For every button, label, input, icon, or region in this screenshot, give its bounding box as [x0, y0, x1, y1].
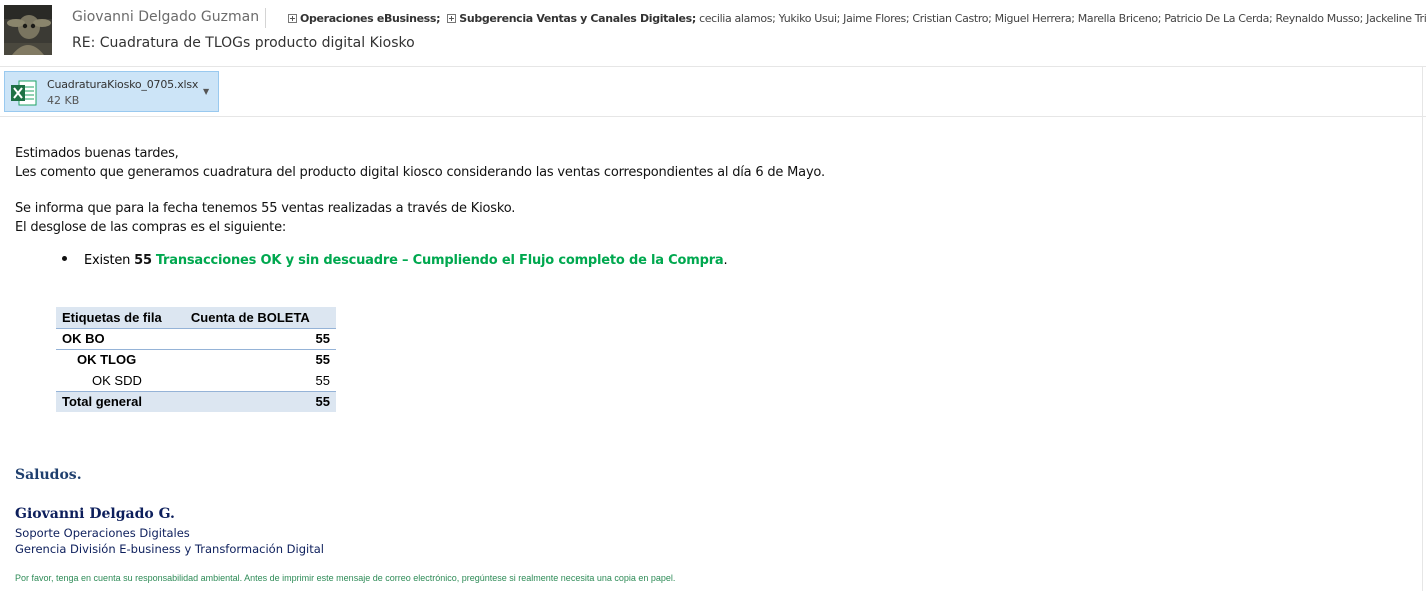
reading-pane-edge: [1422, 66, 1423, 591]
signature-name: Giovanni Delgado G.: [15, 506, 175, 522]
bullet-highlight: Transacciones OK y sin descuadre – Cumpl…: [155, 253, 724, 268]
row-value: 55: [184, 328, 336, 350]
table-row: OK TLOG 55: [56, 349, 336, 370]
bullet-item: Existen 55 Transacciones OK y sin descua…: [62, 253, 728, 268]
body-line-3: El desglose de las compras es el siguien…: [15, 220, 287, 235]
header-separator: [0, 66, 1426, 67]
row-value: 55: [315, 352, 330, 368]
expand-group-icon[interactable]: [447, 14, 457, 23]
bullet-number: 55: [134, 253, 152, 268]
body-line-2: Se informa que para la fecha tenemos 55 …: [15, 201, 516, 216]
sender-name[interactable]: Giovanni Delgado Guzman: [72, 9, 259, 25]
header-divider: [265, 8, 266, 28]
bullet-prefix: Existen: [84, 253, 131, 268]
recipient-list[interactable]: Operaciones eBusiness; Subgerencia Venta…: [288, 12, 1426, 25]
table-row: OK BO 55: [56, 328, 336, 350]
environmental-note: Por favor, tenga en cuenta su responsabi…: [15, 573, 676, 583]
row-label: OK TLOG: [77, 352, 137, 368]
signature-role: Soporte Operaciones Digitales: [15, 526, 190, 540]
bullet-dot: [62, 256, 67, 261]
total-row: Total general 55: [56, 390, 336, 412]
recipient-group-operaciones[interactable]: Operaciones eBusiness;: [300, 12, 440, 25]
bullet-suffix: .: [723, 253, 728, 268]
table-row: OK SDD 55: [56, 370, 336, 391]
closing: Saludos.: [15, 467, 82, 483]
attachment-name: CuadraturaKiosko_0705.xlsx: [47, 78, 199, 91]
pivot-table: Etiquetas de fila Cuenta de BOLETA OK BO…: [56, 307, 336, 412]
expand-group-icon[interactable]: [288, 14, 297, 23]
email-subject: RE: Cuadratura de TLOGs producto digital…: [72, 35, 415, 51]
pivot-header-count: Cuenta de BOLETA: [184, 307, 336, 329]
body-line-1: Les comento que generamos cuadratura del…: [15, 165, 825, 180]
excel-icon: [11, 79, 37, 107]
row-label: OK SDD: [92, 372, 142, 388]
pivot-header-row: Etiquetas de fila Cuenta de BOLETA: [56, 307, 336, 329]
signature-department: Gerencia División E-business y Transform…: [15, 542, 324, 556]
recipient-group-subgerencia[interactable]: Subgerencia Ventas y Canales Digitales;: [459, 12, 696, 25]
recipient-people[interactable]: cecilia alamos; Yukiko Usui; Jaime Flore…: [699, 12, 1426, 25]
attachment-chip[interactable]: CuadraturaKiosko_0705.xlsx 42 KB ▼: [4, 71, 219, 112]
row-value: 55: [315, 372, 330, 388]
row-label: OK BO: [56, 328, 185, 350]
total-label: Total general: [56, 390, 185, 412]
greeting: Estimados buenas tardes,: [15, 146, 179, 161]
total-value: 55: [184, 390, 336, 412]
pivot-header-label: Etiquetas de fila: [56, 307, 185, 329]
sender-avatar[interactable]: [4, 5, 52, 55]
attachment-menu-chevron-icon[interactable]: ▼: [203, 87, 209, 96]
attachment-separator: [0, 116, 1426, 117]
attachment-size: 42 KB: [47, 94, 80, 107]
